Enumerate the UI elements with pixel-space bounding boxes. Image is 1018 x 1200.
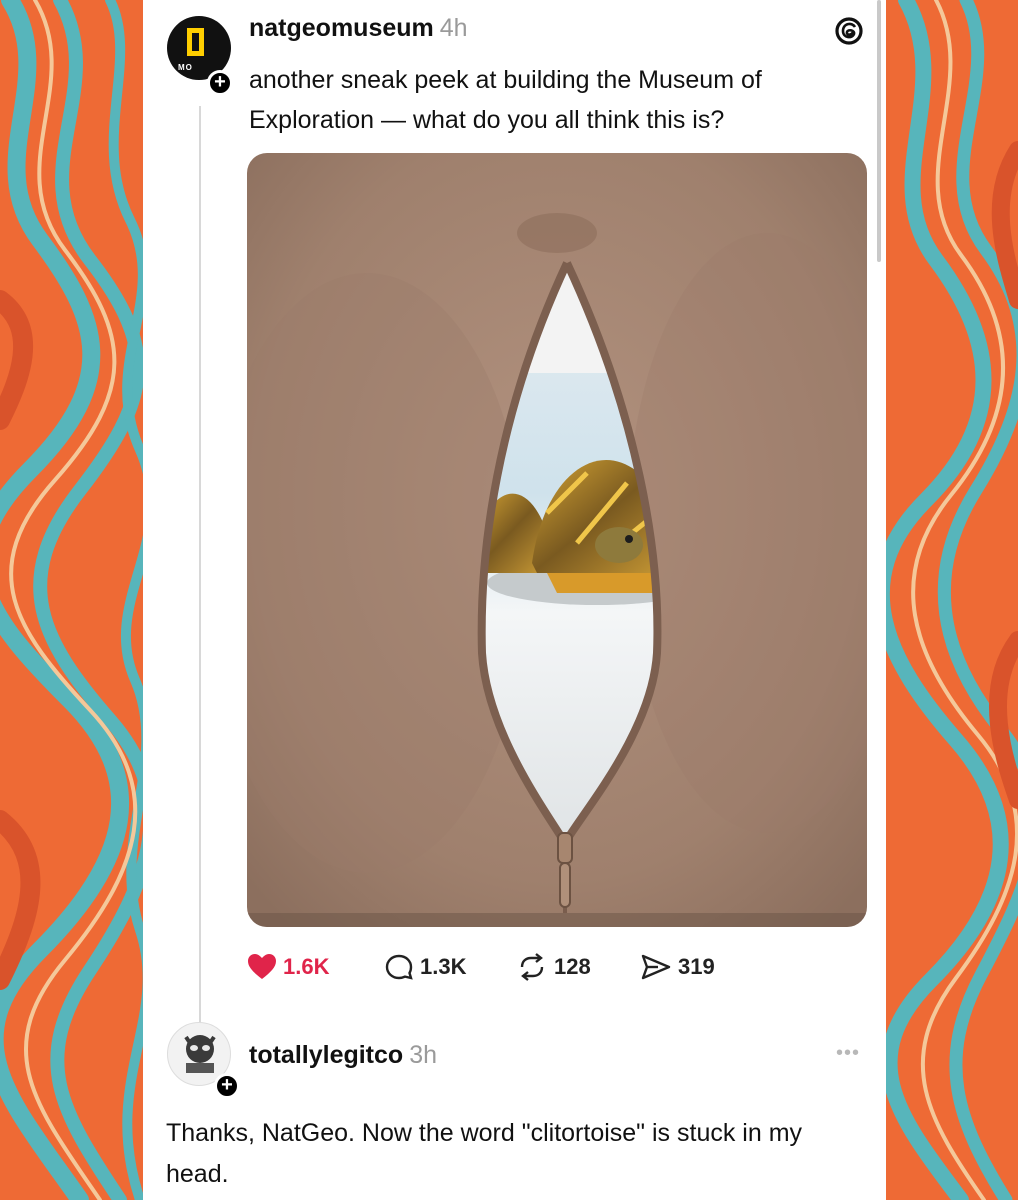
post-header: natgeomuseum 4h xyxy=(249,14,468,43)
follow-plus-icon-reply[interactable]: + xyxy=(214,1073,240,1099)
like-button[interactable]: 1.6K xyxy=(247,953,329,981)
repost-button[interactable]: 128 xyxy=(516,953,591,981)
reply-count: 1.3K xyxy=(420,954,467,979)
reply-username[interactable]: totallylegitco xyxy=(249,1041,403,1069)
repost-count: 128 xyxy=(554,954,591,979)
avatar-logo-text: MO xyxy=(178,63,193,72)
reply-button[interactable]: 1.3K xyxy=(384,953,466,981)
repost-icon xyxy=(520,953,544,981)
heart-icon xyxy=(248,954,276,979)
follow-plus-icon[interactable]: + xyxy=(207,70,233,96)
post-image[interactable] xyxy=(247,153,867,927)
reply-text: Thanks, NatGeo. Now the word "clitortois… xyxy=(166,1119,803,1188)
post-username[interactable]: natgeomuseum xyxy=(249,14,434,42)
share-button[interactable]: 319 xyxy=(640,953,715,981)
like-count: 1.6K xyxy=(283,954,330,979)
post-text: another sneak peek at building the Museu… xyxy=(249,66,762,134)
threads-icon[interactable] xyxy=(834,16,864,46)
more-options-icon[interactable]: ••• xyxy=(836,1042,860,1065)
background-pattern-right xyxy=(886,0,1018,1200)
thread-connector-line xyxy=(199,106,201,1036)
background-pattern-left xyxy=(0,0,143,1200)
comment-icon xyxy=(385,954,413,980)
natgeo-logo-icon xyxy=(187,28,204,56)
scrollbar[interactable] xyxy=(877,0,881,262)
post-timestamp: 4h xyxy=(439,14,468,42)
share-count: 319 xyxy=(678,954,715,979)
reply-header: totallylegitco 3h xyxy=(249,1041,437,1070)
reply-timestamp: 3h xyxy=(409,1041,437,1069)
send-icon xyxy=(641,954,671,980)
